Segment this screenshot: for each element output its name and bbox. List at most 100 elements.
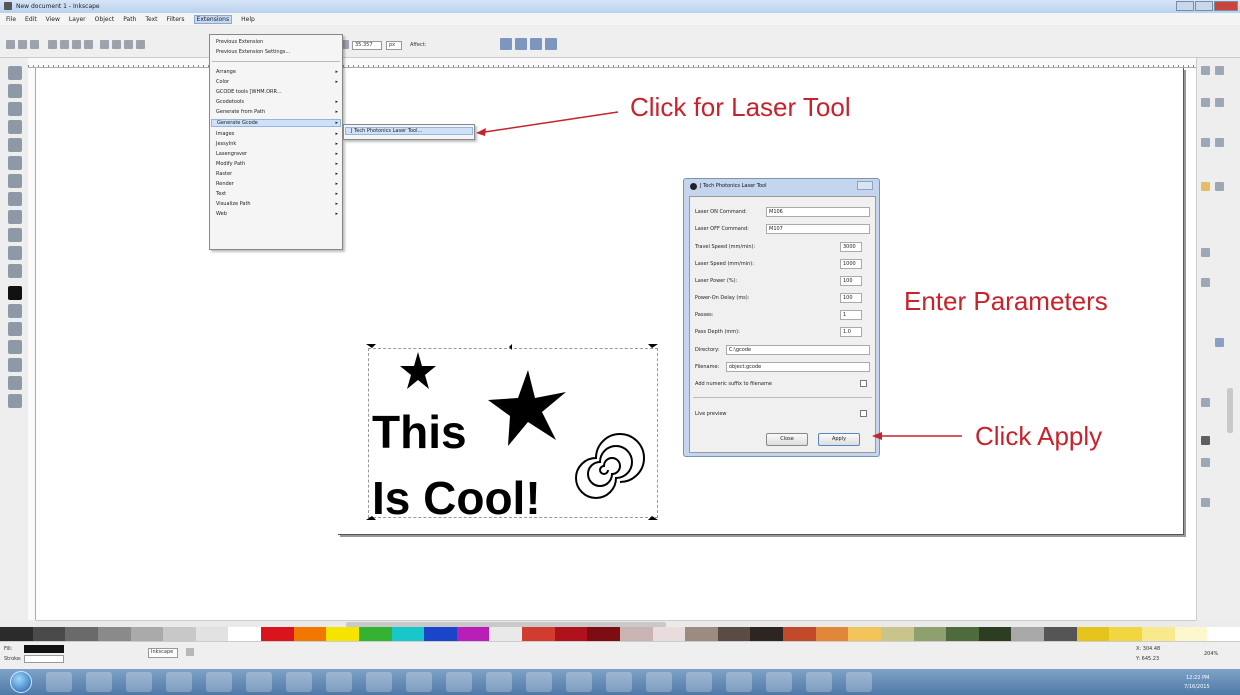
pen-tool-icon[interactable] [8, 246, 22, 260]
snap-paths-icon[interactable] [1215, 98, 1224, 107]
zoom-field[interactable]: 35.357 [352, 41, 382, 50]
menu-item-color[interactable]: Color [216, 79, 229, 85]
palette-swatch[interactable] [0, 627, 33, 641]
app-taskbar-icon[interactable] [206, 672, 232, 692]
zoom-in-icon[interactable] [1201, 248, 1210, 257]
menu-edit[interactable]: Edit [25, 16, 37, 23]
ellipse-tool-icon[interactable] [8, 174, 22, 188]
vertical-scrollbar[interactable] [1227, 388, 1233, 433]
palette-swatch[interactable] [1207, 627, 1240, 641]
laser-speed-input[interactable]: 1000 [840, 259, 862, 269]
palette-swatch[interactable] [783, 627, 816, 641]
palette-swatch[interactable] [130, 627, 164, 641]
menu-path[interactable]: Path [123, 16, 136, 23]
palette-swatch[interactable] [424, 627, 457, 641]
palette-swatch[interactable] [97, 627, 131, 641]
selector-tool-icon[interactable] [8, 66, 22, 80]
palette-swatch[interactable] [522, 627, 555, 641]
dropper-tool-icon[interactable] [8, 376, 22, 390]
app-taskbar-icon[interactable] [366, 672, 392, 692]
menu-item-jtech-laser-tool[interactable]: J Tech Photonics Laser Tool... [345, 127, 473, 135]
affect-gradient-icon[interactable] [530, 38, 542, 50]
menu-item-raster[interactable]: Raster [216, 171, 232, 177]
app-taskbar-icon[interactable] [326, 672, 352, 692]
snap-nodes-icon[interactable] [1201, 98, 1210, 107]
palette-swatch[interactable] [456, 627, 490, 641]
menu-item-gcode-tools[interactable]: GCODE tools [WHM.ORR... [216, 89, 282, 95]
text-tool-icon[interactable] [8, 286, 22, 300]
start-button[interactable] [10, 671, 32, 693]
zoom-out-icon[interactable] [1201, 278, 1210, 287]
calligraphy-tool-icon[interactable] [8, 264, 22, 278]
filename-input[interactable]: object.gcode [726, 362, 870, 372]
minimize-button[interactable] [1176, 1, 1194, 11]
affect-pattern-icon[interactable] [545, 38, 557, 50]
flip-horizontal-icon[interactable] [100, 40, 109, 49]
flip-vertical-icon[interactable] [112, 40, 121, 49]
app-taskbar-icon[interactable] [446, 672, 472, 692]
menu-object[interactable]: Object [95, 16, 115, 23]
app-taskbar-icon[interactable] [846, 672, 872, 692]
affect-stroke-icon[interactable] [500, 38, 512, 50]
spray-tool-icon[interactable] [8, 304, 22, 318]
app-taskbar-icon[interactable] [606, 672, 632, 692]
palette-swatch[interactable] [293, 627, 327, 641]
save-icon[interactable] [30, 40, 39, 49]
eraser-tool-icon[interactable] [8, 322, 22, 336]
node-tool-icon[interactable] [8, 84, 22, 98]
palette-swatch[interactable] [1141, 627, 1175, 641]
eye-icon[interactable] [186, 648, 194, 656]
layer-select[interactable]: Inkscape [148, 648, 178, 658]
unit-select[interactable]: px [386, 41, 402, 50]
lower-icon[interactable] [136, 40, 145, 49]
menu-item-lasengraver[interactable]: Lasengraver [216, 151, 247, 157]
menu-item-text[interactable]: Text [216, 191, 226, 197]
connector-tool-icon[interactable] [8, 394, 22, 408]
palette-swatch[interactable] [195, 627, 229, 641]
menu-layer[interactable]: Layer [69, 16, 86, 23]
zoom-level[interactable]: 204% [1204, 651, 1218, 658]
palette-swatch[interactable] [913, 627, 947, 641]
menu-filters[interactable]: Filters [167, 16, 185, 23]
palette-swatch[interactable] [489, 627, 522, 641]
maximize-button[interactable] [1195, 1, 1213, 11]
dialog-close-icon[interactable] [857, 181, 873, 190]
menu-item-generate-gcode[interactable]: Generate Gcode [211, 119, 341, 127]
menu-item-images[interactable]: Images [216, 131, 234, 137]
menu-item-visualize-path[interactable]: Visualize Path [216, 201, 251, 207]
directory-input[interactable]: C:\gcode [726, 345, 870, 355]
tweak-tool-icon[interactable] [8, 102, 22, 116]
app-taskbar-icon[interactable] [566, 672, 592, 692]
app-taskbar-icon[interactable] [806, 672, 832, 692]
fill-swatch[interactable] [24, 645, 64, 653]
palette-swatch[interactable] [1011, 627, 1044, 641]
pass-depth-input[interactable]: 1.0 [840, 327, 862, 337]
menu-item-previous-extension-settings[interactable]: Previous Extension Settings... [216, 49, 290, 55]
passes-input[interactable]: 1 [840, 310, 862, 320]
select-all-icon[interactable] [48, 40, 57, 49]
menu-item-generate-from-path[interactable]: Generate from Path [216, 109, 265, 115]
bucket-tool-icon[interactable] [8, 340, 22, 354]
palette-swatch[interactable] [554, 627, 588, 641]
text-font-icon[interactable] [1201, 436, 1210, 445]
snap-midpoints-icon[interactable] [1201, 138, 1210, 147]
palette-swatch[interactable] [619, 627, 653, 641]
zoom-tool-icon[interactable] [8, 120, 22, 134]
palette-swatch[interactable] [228, 627, 261, 641]
app-taskbar-icon[interactable] [646, 672, 672, 692]
chrome-taskbar-icon[interactable] [286, 672, 312, 692]
snap-icon[interactable] [1201, 66, 1210, 75]
palette-swatch[interactable] [946, 627, 979, 641]
menu-item-web[interactable]: Web [216, 211, 227, 217]
menu-extensions[interactable]: Extensions [193, 14, 233, 24]
app-taskbar-icon[interactable] [406, 672, 432, 692]
palette-swatch[interactable] [32, 627, 66, 641]
palette-swatch[interactable] [652, 627, 686, 641]
menu-item-gcodetools[interactable]: Gcodetools [216, 99, 244, 105]
app-taskbar-icon[interactable] [246, 672, 272, 692]
palette-swatch[interactable] [1044, 627, 1077, 641]
palette-swatch[interactable] [358, 627, 392, 641]
palette-swatch[interactable] [880, 627, 914, 641]
palette-swatch[interactable] [717, 627, 751, 641]
gradient-tool-icon[interactable] [8, 358, 22, 372]
